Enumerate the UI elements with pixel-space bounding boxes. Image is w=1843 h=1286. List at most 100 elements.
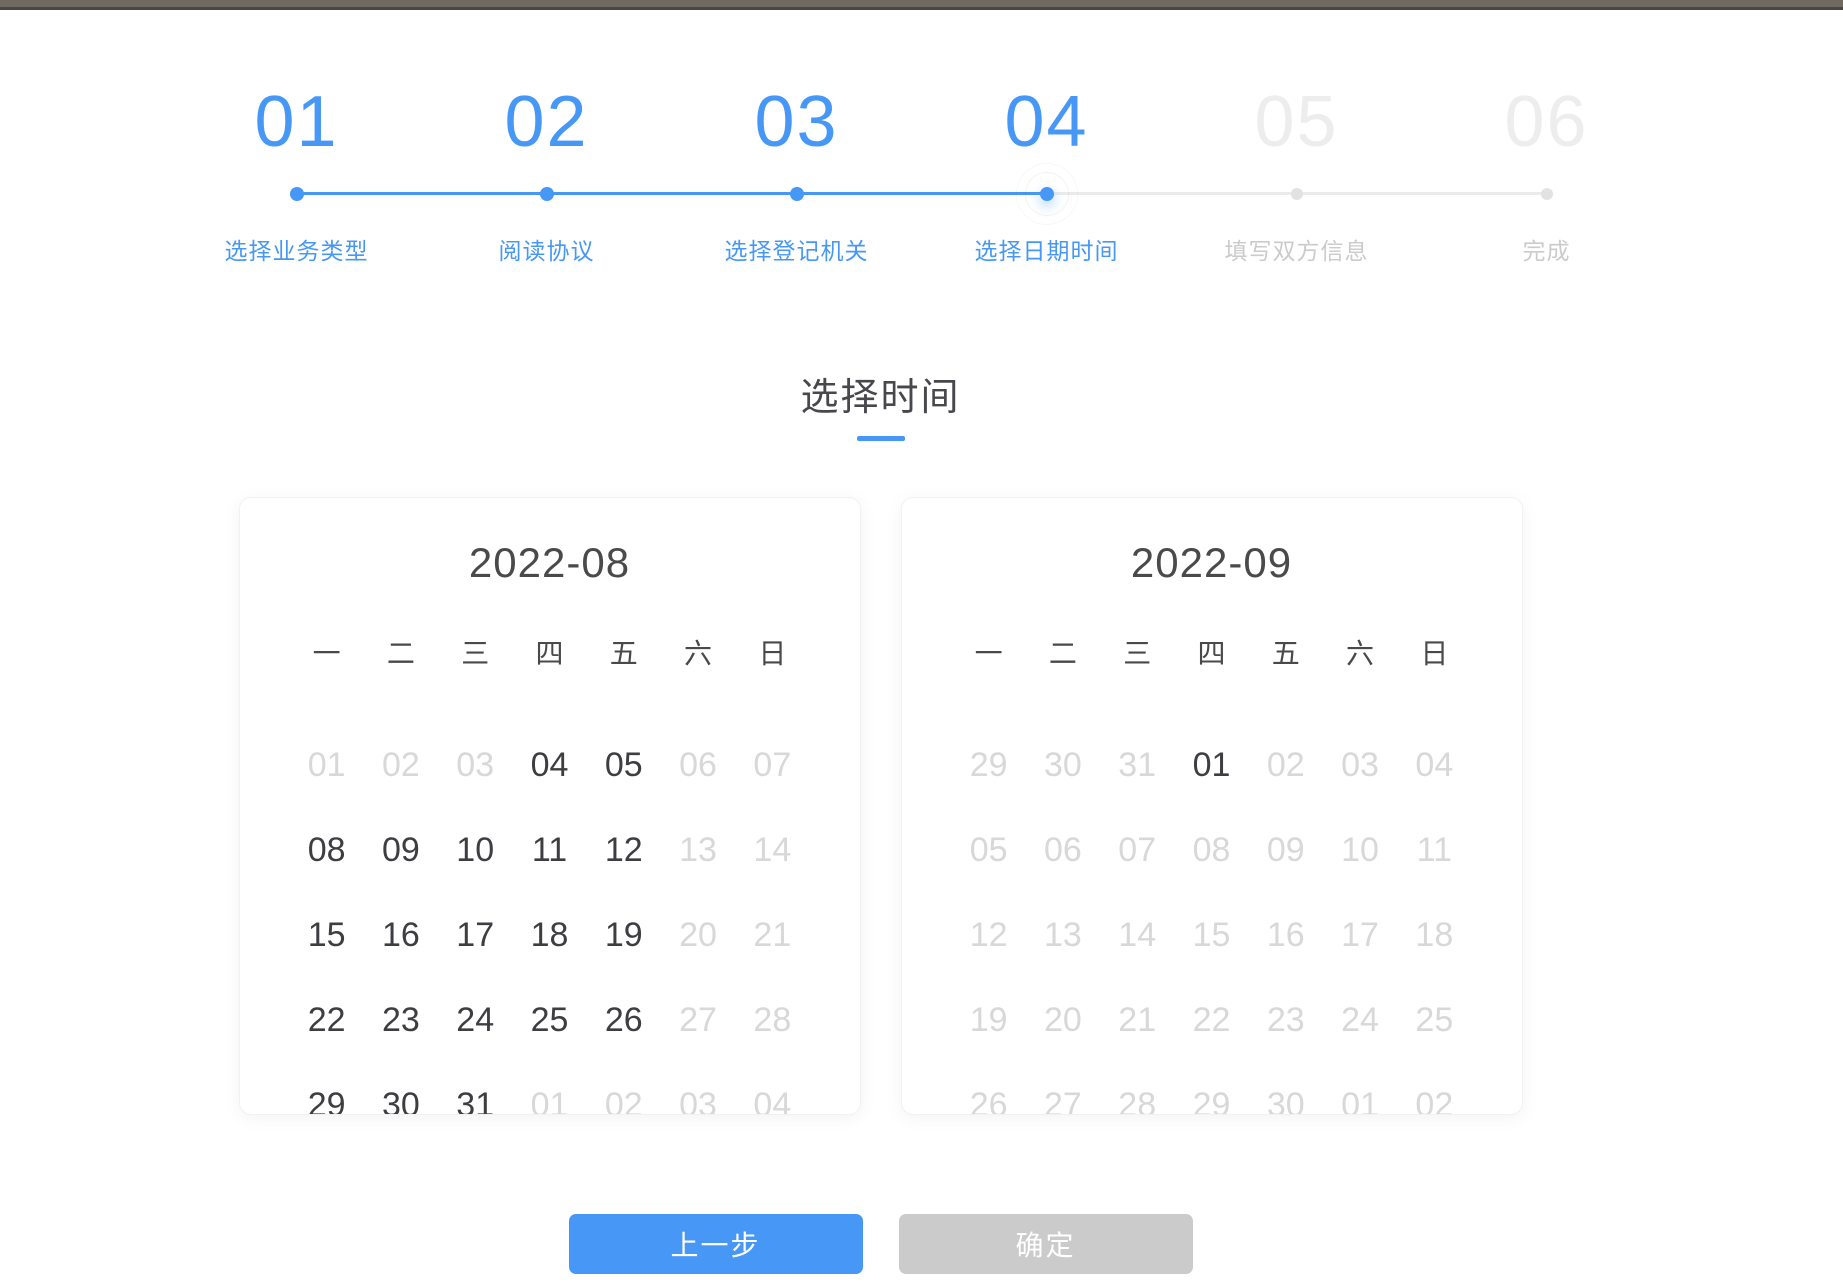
day-cell: 01 bbox=[290, 748, 364, 782]
footer-actions: 上一步 确定 bbox=[238, 1214, 1523, 1274]
day-cell: 16 bbox=[1249, 918, 1323, 952]
day-cell: 03 bbox=[1323, 748, 1397, 782]
step-label: 阅读协议 bbox=[499, 232, 595, 266]
day-cell: 22 bbox=[1174, 1003, 1248, 1037]
day-cell[interactable]: 17 bbox=[438, 918, 512, 952]
main-content: 选择时间 2022-08一二三四五六日010203040506070809101… bbox=[238, 366, 1523, 1274]
day-cell[interactable]: 05 bbox=[587, 748, 661, 782]
step-dot-icon bbox=[1040, 187, 1054, 201]
day-cell: 04 bbox=[735, 1088, 809, 1116]
day-cell[interactable]: 09 bbox=[364, 833, 438, 867]
day-cell: 02 bbox=[587, 1088, 661, 1116]
confirm-button[interactable]: 确定 bbox=[899, 1214, 1193, 1274]
step-label: 选择日期时间 bbox=[975, 232, 1119, 266]
day-cell[interactable]: 04 bbox=[512, 748, 586, 782]
step-label: 填写双方信息 bbox=[1225, 232, 1369, 266]
weekday-label: 二 bbox=[1026, 632, 1100, 672]
day-cell[interactable]: 18 bbox=[512, 918, 586, 952]
day-cell[interactable]: 31 bbox=[438, 1088, 512, 1116]
step-label: 完成 bbox=[1523, 232, 1571, 266]
stepper-steps: 01 选择业务类型 02 阅读协议 03选择登记机关 04 选择日期时间 05 填写双方信息 06… bbox=[172, 88, 1672, 266]
step-dot-area bbox=[172, 170, 422, 218]
step-label: 选择登记机关 bbox=[725, 232, 869, 266]
prev-step-button[interactable]: 上一步 bbox=[569, 1214, 863, 1274]
day-grid: 2930310102030405060708091011121314151617… bbox=[902, 722, 1522, 1115]
weekday-label: 三 bbox=[1100, 632, 1174, 672]
day-cell: 03 bbox=[438, 748, 512, 782]
calendar-card-2022-08: 2022-08一二三四五六日01020304050607080910111213… bbox=[239, 497, 861, 1115]
step-number: 05 bbox=[1254, 88, 1338, 156]
day-cell: 02 bbox=[1397, 1088, 1471, 1116]
day-cell: 19 bbox=[952, 1003, 1026, 1037]
day-cell[interactable]: 11 bbox=[512, 833, 586, 867]
day-cell: 04 bbox=[1397, 748, 1471, 782]
weekday-label: 三 bbox=[438, 632, 512, 672]
step-dot-icon bbox=[290, 187, 304, 201]
step-04: 04 选择日期时间 bbox=[922, 88, 1172, 266]
weekday-label: 二 bbox=[364, 632, 438, 672]
day-cell[interactable]: 26 bbox=[587, 1003, 661, 1037]
day-cell: 28 bbox=[735, 1003, 809, 1037]
step-dot-area bbox=[1422, 170, 1672, 218]
step-number: 06 bbox=[1504, 88, 1588, 156]
day-cell[interactable]: 23 bbox=[364, 1003, 438, 1037]
weekday-label: 一 bbox=[952, 632, 1026, 672]
day-cell[interactable]: 29 bbox=[290, 1088, 364, 1116]
weekday-label: 六 bbox=[661, 632, 735, 672]
step-number: 04 bbox=[1004, 88, 1088, 156]
step-06: 06 完成 bbox=[1422, 88, 1672, 266]
day-cell: 21 bbox=[1100, 1003, 1174, 1037]
day-cell[interactable]: 22 bbox=[290, 1003, 364, 1037]
step-dot-icon bbox=[1291, 188, 1303, 200]
day-cell[interactable]: 08 bbox=[290, 833, 364, 867]
day-cell[interactable]: 15 bbox=[290, 918, 364, 952]
day-cell: 31 bbox=[1100, 748, 1174, 782]
day-cell: 07 bbox=[1100, 833, 1174, 867]
day-cell: 01 bbox=[512, 1088, 586, 1116]
day-cell[interactable]: 16 bbox=[364, 918, 438, 952]
step-dot-icon bbox=[1541, 188, 1553, 200]
day-cell: 06 bbox=[661, 748, 735, 782]
day-cell: 27 bbox=[661, 1003, 735, 1037]
step-dot-icon bbox=[540, 187, 554, 201]
day-cell[interactable]: 19 bbox=[587, 918, 661, 952]
step-label: 选择业务类型 bbox=[225, 232, 369, 266]
day-cell: 29 bbox=[952, 748, 1026, 782]
page-title: 选择时间 bbox=[238, 366, 1523, 421]
day-cell: 28 bbox=[1100, 1088, 1174, 1116]
day-cell: 17 bbox=[1323, 918, 1397, 952]
weekday-label: 一 bbox=[290, 632, 364, 672]
day-cell: 13 bbox=[1026, 918, 1100, 952]
day-cell[interactable]: 01 bbox=[1174, 748, 1248, 782]
day-cell: 02 bbox=[1249, 748, 1323, 782]
day-cell: 30 bbox=[1249, 1088, 1323, 1116]
day-cell[interactable]: 24 bbox=[438, 1003, 512, 1037]
day-cell: 25 bbox=[1397, 1003, 1471, 1037]
weekday-label: 四 bbox=[1174, 632, 1248, 672]
day-cell[interactable]: 12 bbox=[587, 833, 661, 867]
step-01: 01 选择业务类型 bbox=[172, 88, 422, 266]
day-grid: 0102030405060708091011121314151617181920… bbox=[240, 722, 860, 1115]
step-dot-area bbox=[422, 170, 672, 218]
step-03: 03选择登记机关 bbox=[672, 88, 922, 266]
day-cell[interactable]: 25 bbox=[512, 1003, 586, 1037]
day-cell: 23 bbox=[1249, 1003, 1323, 1037]
section-title-block: 选择时间 bbox=[238, 366, 1523, 441]
day-cell: 24 bbox=[1323, 1003, 1397, 1037]
day-cell: 06 bbox=[1026, 833, 1100, 867]
weekday-label: 四 bbox=[512, 632, 586, 672]
step-number: 01 bbox=[254, 88, 338, 156]
day-cell[interactable]: 30 bbox=[364, 1088, 438, 1116]
day-cell: 11 bbox=[1397, 833, 1471, 867]
top-bar bbox=[0, 0, 1843, 10]
step-dot-icon bbox=[790, 187, 804, 201]
day-cell[interactable]: 10 bbox=[438, 833, 512, 867]
day-cell: 30 bbox=[1026, 748, 1100, 782]
day-cell: 15 bbox=[1174, 918, 1248, 952]
calendar-month-title: 2022-09 bbox=[902, 542, 1522, 584]
calendar-card-2022-09: 2022-09一二三四五六日29303101020304050607080910… bbox=[901, 497, 1523, 1115]
step-number: 02 bbox=[504, 88, 588, 156]
weekday-row: 一二三四五六日 bbox=[240, 632, 860, 672]
day-cell: 03 bbox=[661, 1088, 735, 1116]
calendar-month-title: 2022-08 bbox=[240, 542, 860, 584]
